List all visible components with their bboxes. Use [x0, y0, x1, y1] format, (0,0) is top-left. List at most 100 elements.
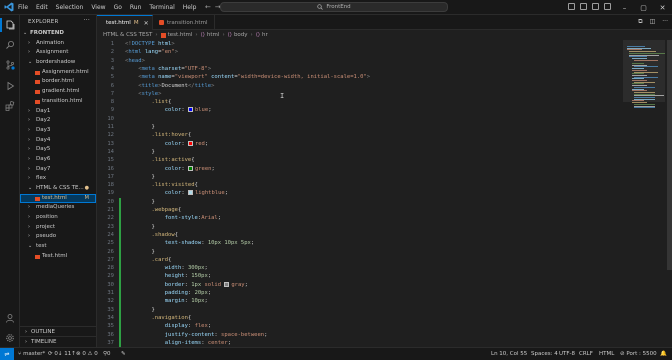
code-token: width	[164, 265, 182, 272]
menu-item-file[interactable]: File	[18, 4, 28, 11]
color-swatch[interactable]	[187, 140, 193, 146]
line-number: 17	[107, 173, 114, 180]
code-token: .webpage	[151, 207, 179, 213]
tab-test-html[interactable]: test.html M ✕	[97, 15, 153, 30]
tree-folder[interactable]: › Day2	[20, 116, 96, 126]
color-swatch[interactable]	[187, 165, 193, 171]
chevron-down-icon: ⌄	[28, 59, 33, 66]
open-changes-icon[interactable]: ⧉	[638, 18, 642, 26]
tree-file[interactable]: test.html M	[20, 193, 96, 204]
breadcrumb-item[interactable]: test.html	[168, 32, 193, 38]
code-token: padding	[164, 290, 188, 296]
tree-folder[interactable]: › Assignment	[20, 48, 96, 58]
cursor-position[interactable]: Ln 10, Col 55	[491, 348, 527, 360]
extensions-icon[interactable]	[5, 101, 15, 111]
menu-item-edit[interactable]: Edit	[36, 4, 48, 11]
problems-status[interactable]: ⊗ 0 ⚠ 0	[76, 348, 98, 360]
code-token: }	[151, 248, 155, 255]
breadcrumb-item[interactable]: hr	[262, 32, 268, 38]
menu-item-run[interactable]: Run	[130, 4, 142, 11]
code-token: ;	[217, 215, 222, 222]
tree-folder[interactable]: › flex	[20, 174, 96, 184]
search-icon[interactable]	[5, 40, 15, 50]
run-debug-icon[interactable]	[5, 81, 15, 91]
toggle-sidebar-icon[interactable]	[568, 3, 575, 10]
code-token: "width=device-width, initial-scale=1.0"	[237, 74, 367, 81]
split-editor-icon[interactable]: ◫	[650, 18, 656, 26]
remote-icon[interactable]: ⇌	[0, 348, 14, 360]
tree-folder[interactable]: › Day5	[20, 145, 96, 155]
explorer-icon[interactable]	[5, 20, 15, 30]
code-text: <meta charset="UTF-8">	[125, 65, 211, 73]
minimap[interactable]	[623, 40, 672, 347]
command-center[interactable]: FrontEnd	[220, 2, 448, 12]
tree-folder[interactable]: › position	[20, 213, 96, 223]
close-tab-icon[interactable]: ✕	[144, 20, 149, 27]
tree-folder[interactable]: › mediaQueries	[20, 203, 96, 213]
tree-folder[interactable]: › project	[20, 223, 96, 233]
breadcrumb-item[interactable]: html	[207, 32, 220, 38]
breadcrumb-item[interactable]: body	[234, 32, 248, 38]
tree-folder[interactable]: › Day1	[20, 107, 96, 117]
workspace-root[interactable]: ⌄ FRONTEND	[20, 29, 96, 39]
more-actions-icon[interactable]: ···	[84, 17, 90, 24]
source-control-icon[interactable]	[5, 60, 15, 70]
encoding[interactable]: UTF-8	[559, 348, 575, 360]
menu-item-go[interactable]: Go	[114, 4, 122, 11]
code-editor[interactable]: 1 <!DOCTYPE html> 2 <html lang="en"> 3 <head>…	[97, 40, 623, 347]
menu-item-view[interactable]: View	[91, 4, 105, 11]
indentation[interactable]: Spaces: 4	[531, 348, 558, 360]
ports-status[interactable]: ⚲0	[103, 348, 111, 360]
manage-gear-icon[interactable]	[5, 333, 15, 343]
tree-file[interactable]: border.html	[20, 77, 96, 87]
line-endings[interactable]: CRLF	[579, 348, 593, 360]
tree-file[interactable]: Assignment.html	[20, 68, 96, 78]
tab-transition-html[interactable]: transition.html	[153, 15, 215, 30]
menu-item-selection[interactable]: Selection	[56, 4, 84, 11]
color-swatch[interactable]	[224, 281, 230, 287]
breadcrumb-item[interactable]: HTML & CSS TEST	[103, 32, 152, 38]
timeline-section[interactable]: › TIMELINE	[20, 336, 96, 347]
customize-layout-icon[interactable]	[604, 3, 611, 10]
tree-folder[interactable]: ⌄ test	[20, 242, 96, 252]
sync-status[interactable]: ⟳ 0↓ 11↑	[48, 348, 76, 360]
line-number: 10	[107, 115, 114, 122]
status-bar: ⇌ ⑂ master* ⟳ 0↓ 11↑ ⊗ 0 ⚠ 0 ⚲0 ✎ Ln 10,…	[0, 347, 672, 360]
tree-folder[interactable]: › pseudo	[20, 232, 96, 242]
toggle-secondary-sidebar-icon[interactable]	[592, 3, 599, 10]
toggle-panel-icon[interactable]	[580, 3, 587, 10]
tree-folder[interactable]: › Animation	[20, 39, 96, 49]
tree-folder[interactable]: › Day3	[20, 126, 96, 136]
vertical-scrollbar[interactable]	[667, 40, 672, 270]
tree-folder[interactable]: ⌄ bordershadow	[20, 58, 96, 68]
color-swatch[interactable]	[187, 107, 193, 113]
notifications-icon[interactable]: 🔔	[660, 348, 667, 360]
menu-item-help[interactable]: Help	[183, 4, 197, 11]
chevron-right-icon: ›	[28, 146, 30, 153]
tree-file[interactable]: gradient.html	[20, 87, 96, 97]
tree-file[interactable]: Test.html	[20, 252, 96, 262]
menu-item-terminal[interactable]: Terminal	[149, 4, 174, 11]
tree-folder[interactable]: › Day6	[20, 155, 96, 165]
tree-file[interactable]: transition.html	[20, 97, 96, 107]
live-server-port[interactable]: ⊘ Port : 5500	[620, 348, 657, 360]
minimize-icon[interactable]: –	[615, 4, 634, 12]
code-token: "UTF-8"	[184, 65, 208, 72]
line-number: 21	[107, 207, 114, 213]
branch-status[interactable]: ⑂ master*	[18, 348, 45, 360]
close-window-icon[interactable]: ✕	[653, 4, 672, 12]
account-icon[interactable]	[5, 313, 15, 323]
language-mode[interactable]: HTML	[599, 348, 614, 360]
color-swatch[interactable]	[187, 190, 193, 196]
tree-folder[interactable]: › Day7	[20, 165, 96, 175]
code-token: }	[151, 124, 155, 130]
maximize-icon[interactable]: ▢	[634, 4, 653, 12]
more-actions-icon[interactable]: ···	[662, 18, 668, 26]
code-text: }	[125, 123, 155, 131]
tree-folder[interactable]: ⌄ HTML & CSS TE... ●	[20, 184, 96, 194]
tree-folder[interactable]: › Day4	[20, 136, 96, 146]
extension-status-icon[interactable]: ✎	[121, 348, 126, 360]
